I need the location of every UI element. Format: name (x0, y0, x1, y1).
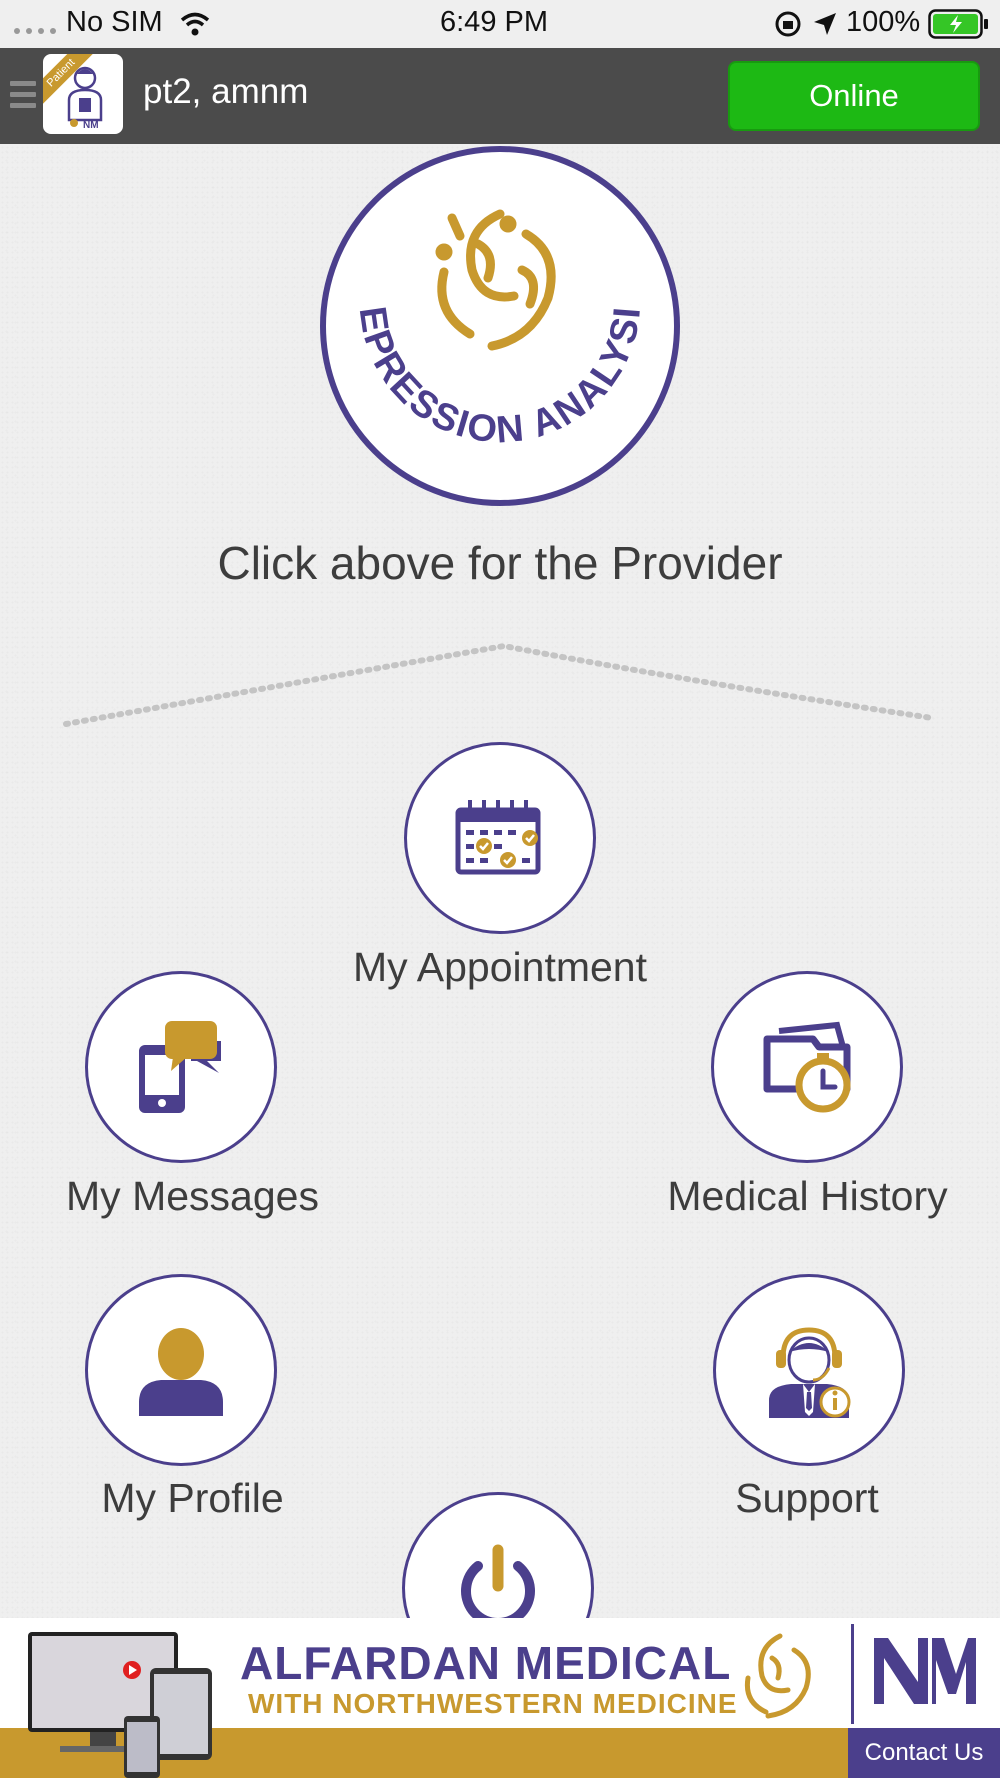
calligraphy-logo-icon (744, 1633, 811, 1719)
location-arrow-icon (814, 13, 836, 35)
banner-subtitle: WITH NORTHWESTERN MEDICINE (248, 1688, 738, 1719)
profile-label[interactable]: My Profile (40, 1475, 345, 1522)
svg-text:NM: NM (83, 120, 99, 131)
hamburger-menu-icon[interactable] (10, 81, 36, 111)
provider-logo-button[interactable]: DEPRESSION ANALYSIS (311, 119, 680, 506)
dotted-divider (63, 642, 935, 727)
messages-label[interactable]: My Messages (40, 1173, 345, 1220)
wifi-icon (180, 12, 210, 36)
medical-history-button[interactable] (711, 971, 903, 1163)
nm-logo-icon (874, 1638, 976, 1704)
support-button[interactable] (713, 1274, 905, 1466)
calendar-icon (455, 800, 541, 875)
video-devices-thumbnail[interactable] (20, 1628, 230, 1778)
folder-clock-icon (763, 1021, 851, 1113)
appointment-button[interactable] (404, 742, 596, 934)
depression-analysis-logo: DEPRESSION ANALYSIS (311, 119, 649, 452)
medical-history-label[interactable]: Medical History (655, 1173, 960, 1220)
online-status-button[interactable]: Online (728, 61, 980, 131)
user-name: pt2, amnm (143, 72, 309, 111)
messages-button[interactable] (85, 971, 277, 1163)
appointment-label[interactable]: My Appointment (300, 944, 700, 991)
calligraphy-emblem (435, 209, 556, 351)
support-label[interactable]: Support (656, 1475, 958, 1522)
banner-divider (851, 1624, 854, 1724)
carrier-label: No SIM (66, 6, 163, 38)
status-bar: No SIM 6:49 PM 100% (0, 0, 1000, 48)
orientation-lock-icon (775, 11, 801, 37)
clock: 6:49 PM (440, 6, 548, 38)
svg-text:DEPRESSION ANALYSIS: DEPRESSION ANALYSIS (326, 152, 649, 452)
patient-app-logo: Patient NM (43, 54, 123, 134)
support-agent-icon (769, 1327, 851, 1418)
battery-icon (928, 9, 988, 39)
profile-button[interactable] (85, 1274, 277, 1466)
battery-percent: 100% (846, 6, 921, 38)
contact-us-button[interactable]: Contact Us (848, 1728, 1000, 1778)
signal-strength-icon (14, 28, 56, 34)
alfardan-banner[interactable]: ALFARDAN MEDICAL WITH NORTHWESTERN MEDIC… (0, 1618, 1000, 1778)
user-profile-icon (139, 1328, 223, 1416)
banner-title: ALFARDAN MEDICAL (240, 1637, 732, 1689)
app-header: Patient NM pt2, amnm Online (0, 48, 1000, 144)
phone-chat-icon (139, 1021, 221, 1113)
provider-caption: Click above for the Provider (217, 537, 783, 589)
